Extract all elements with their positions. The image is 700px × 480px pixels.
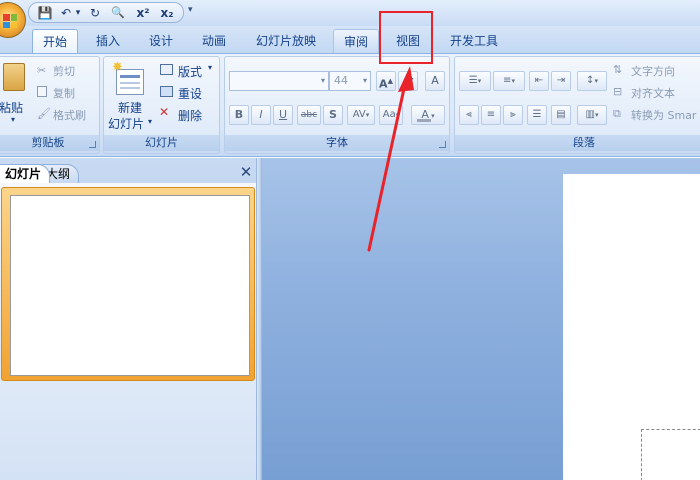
paste-icon[interactable]	[3, 63, 25, 91]
slide-canvas	[262, 158, 700, 480]
align-center-button[interactable]: ≡	[481, 105, 501, 125]
shadow-button[interactable]: S	[323, 105, 343, 125]
office-logo-icon	[3, 14, 17, 28]
new-slide-dropdown-icon[interactable]: ▾	[148, 117, 152, 126]
align-text-button[interactable]: 对齐文本	[631, 85, 675, 101]
new-sparkle-icon: ✸	[112, 60, 123, 75]
tab-slideshow[interactable]: 幻灯片放映	[248, 29, 324, 53]
distribute-button[interactable]: ▤	[551, 105, 571, 125]
justify-button[interactable]: ☰	[527, 105, 547, 125]
char-spacing-icon: AV	[352, 109, 366, 120]
delete-button[interactable]: 删除	[178, 107, 202, 124]
bold-button[interactable]: B	[229, 105, 249, 125]
thumbnail-list	[0, 183, 256, 480]
tab-animation[interactable]: 动画	[192, 29, 236, 53]
convert-smartart-button[interactable]: 转换为 Smar	[631, 107, 696, 123]
paste-button[interactable]: 粘贴	[0, 99, 23, 116]
clipboard-group: 粘贴 ▾ ✂ 剪切 复制 🖌 格式刷 剪贴板	[0, 56, 100, 154]
clear-format-button[interactable]: A	[425, 71, 445, 91]
copy-icon	[37, 86, 47, 97]
delete-icon: ✕	[159, 105, 170, 119]
slides-outline-panel: 幻灯片 大纲 ✕	[0, 158, 262, 480]
undo-dropdown-icon[interactable]: ▾	[73, 5, 83, 21]
panel-tabbar: 幻灯片 大纲 ✕	[0, 161, 262, 183]
decrease-indent-button[interactable]: ⇤	[529, 71, 549, 91]
align-text-icon: ⊟	[613, 85, 623, 98]
text-placeholder[interactable]	[641, 429, 700, 480]
font-name-dropdown-icon[interactable]: ▾	[321, 72, 325, 90]
clipboard-launcher-icon[interactable]	[89, 141, 96, 148]
shrink-font-button[interactable]: A▼	[398, 71, 418, 91]
save-icon[interactable]: 💾	[37, 5, 53, 21]
font-size-dropdown-icon[interactable]: ▾	[363, 72, 367, 90]
paragraph-group-label: 段落	[455, 135, 700, 151]
tab-developer[interactable]: 开发工具	[442, 29, 506, 53]
strikethrough-button[interactable]: abc	[297, 105, 321, 125]
layout-button[interactable]: 版式	[178, 63, 202, 80]
slide-thumbnail-selection[interactable]	[1, 187, 255, 381]
reset-icon	[160, 86, 173, 97]
slides-group: ✸ 新建 幻灯片 ▾ 版式 ▾ 重设 ✕ 删除 幻灯片	[103, 56, 220, 154]
annotation-highlight-box	[379, 11, 433, 64]
font-group: ▾ 44 ▾ A▲ A▼ A B I U abc S AV▾ Aa▾ A ▾ 字…	[224, 56, 450, 154]
align-right-button[interactable]: ⫸	[503, 105, 523, 125]
font-name-combo[interactable]: ▾	[229, 71, 329, 91]
ribbon: 粘贴 ▾ ✂ 剪切 复制 🖌 格式刷 剪贴板 ✸ 新建 幻灯片 ▾ 版式 ▾ 重…	[0, 53, 700, 157]
reset-button[interactable]: 重设	[178, 85, 202, 102]
ribbon-tabs: 开始 插入 设计 动画 幻灯片放映 审阅 视图 开发工具	[0, 26, 700, 53]
format-painter-icon: 🖌	[37, 107, 51, 120]
slides-group-label: 幻灯片	[104, 135, 219, 151]
bullets-button[interactable]: ☰▾	[459, 71, 491, 91]
grow-font-icon: A	[379, 77, 388, 91]
tab-slides[interactable]: 幻灯片	[0, 164, 51, 183]
change-case-icon: Aa	[382, 109, 396, 120]
italic-button[interactable]: I	[251, 105, 271, 125]
subscript-icon[interactable]: x₂	[157, 5, 177, 21]
quick-access-group: 💾 ↶ ▾ ↻ 🔍 x² x₂	[28, 2, 184, 23]
undo-icon[interactable]: ↶	[59, 5, 73, 21]
increase-indent-button[interactable]: ⇥	[551, 71, 571, 91]
paste-dropdown-icon[interactable]: ▾	[11, 115, 15, 124]
line-spacing-button[interactable]: ↕▾	[577, 71, 607, 91]
new-slide-label[interactable]: 新建	[118, 99, 142, 116]
numbering-button[interactable]: ≡▾	[493, 71, 525, 91]
cut-button[interactable]: 剪切	[53, 63, 75, 79]
font-launcher-icon[interactable]	[439, 141, 446, 148]
quick-access-toolbar: 💾 ↶ ▾ ↻ 🔍 x² x₂ ▾	[0, 0, 700, 38]
scissors-icon: ✂	[37, 64, 47, 77]
copy-button[interactable]: 复制	[53, 85, 75, 101]
format-painter-button[interactable]: 格式刷	[53, 107, 86, 123]
print-preview-icon[interactable]: 🔍	[109, 5, 127, 21]
align-left-button[interactable]: ⫷	[459, 105, 479, 125]
font-size-value: 44	[334, 74, 348, 87]
font-size-combo[interactable]: 44 ▾	[329, 71, 371, 91]
text-direction-icon: ⇅	[613, 63, 623, 76]
paragraph-group: ☰▾ ≡▾ ⇤ ⇥ ↕▾ ⇅ 文字方向 ⊟ 对齐文本 ⧉ 转换为 Smar ⫷ …	[454, 56, 700, 154]
slide[interactable]	[563, 174, 700, 480]
layout-icon	[160, 64, 173, 75]
underline-button[interactable]: U	[273, 105, 293, 125]
char-spacing-button[interactable]: AV▾	[347, 105, 375, 125]
clipboard-group-label: 剪贴板	[0, 135, 99, 151]
customize-toolbar-icon[interactable]: ▾	[188, 5, 193, 15]
superscript-icon[interactable]: x²	[133, 5, 153, 21]
redo-icon[interactable]: ↻	[87, 5, 103, 21]
clear-format-icon: A	[431, 74, 439, 87]
slide-thumbnail[interactable]	[10, 195, 250, 376]
tab-review[interactable]: 审阅	[333, 29, 379, 53]
close-icon[interactable]: ✕	[238, 164, 254, 180]
text-direction-button[interactable]: 文字方向	[631, 63, 675, 79]
tab-insert[interactable]: 插入	[86, 29, 130, 53]
tab-home[interactable]: 开始	[32, 29, 78, 53]
change-case-button[interactable]: Aa▾	[379, 105, 403, 125]
new-slide-button[interactable]: 幻灯片	[108, 115, 144, 132]
grow-font-button[interactable]: A▲	[376, 71, 396, 91]
columns-button[interactable]: ▥▾	[577, 105, 607, 125]
font-color-button[interactable]: A ▾	[411, 105, 445, 125]
layout-dropdown-icon[interactable]: ▾	[208, 63, 212, 72]
tab-design[interactable]: 设计	[140, 29, 182, 53]
font-group-label: 字体	[225, 135, 449, 151]
smartart-icon: ⧉	[613, 107, 621, 120]
